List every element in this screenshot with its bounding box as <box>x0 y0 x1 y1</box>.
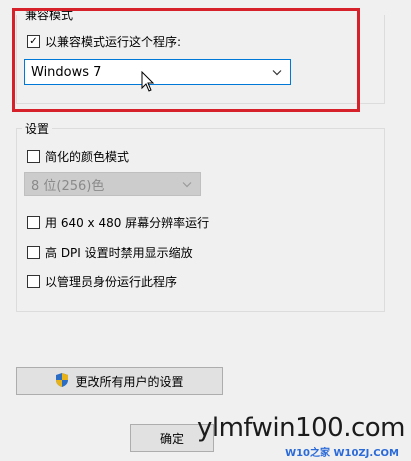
high-dpi-label: 高 DPI 设置时禁用显示缩放 <box>45 246 193 260</box>
change-all-users-label: 更改所有用户的设置 <box>75 374 184 389</box>
high-dpi-checkbox[interactable]: 高 DPI 设置时禁用显示缩放 <box>27 244 193 261</box>
res-640-checkbox[interactable]: 用 640 x 480 屏幕分辨率运行 <box>27 214 209 231</box>
chevron-down-icon <box>182 177 192 192</box>
watermark-subtext: W10之家 W10ZJ.COM <box>285 448 399 459</box>
uac-shield-icon <box>55 372 69 391</box>
color-mode-value: 8 位(256)色 <box>31 178 105 194</box>
red-highlight-box <box>12 8 360 112</box>
reduced-color-label: 简化的颜色模式 <box>45 150 130 164</box>
run-as-admin-label: 以管理员身份运行此程序 <box>45 275 178 289</box>
ok-label: 确定 <box>159 431 184 446</box>
color-mode-select[interactable]: 8 位(256)色 <box>24 172 201 196</box>
watermark-logo: ylmfwin100.com <box>196 413 406 443</box>
res-640-label: 用 640 x 480 屏幕分辨率运行 <box>45 216 210 230</box>
settings-group-title: 设置 <box>22 120 53 137</box>
run-as-admin-checkbox[interactable]: 以管理员身份运行此程序 <box>27 273 177 290</box>
change-all-users-button[interactable]: 更改所有用户的设置 <box>16 367 223 395</box>
reduced-color-checkbox[interactable]: 简化的颜色模式 <box>27 148 129 165</box>
